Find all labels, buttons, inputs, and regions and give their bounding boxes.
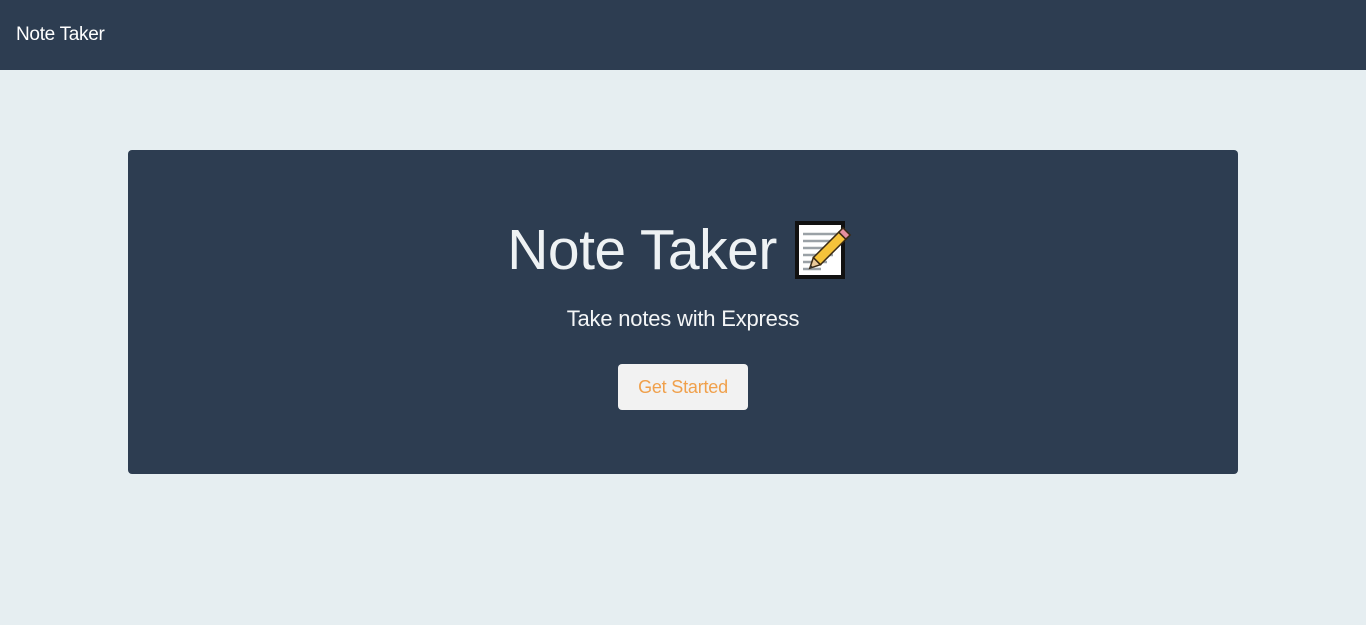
page-title: Note Taker xyxy=(507,218,777,282)
memo-icon xyxy=(793,217,859,283)
hero-subtitle: Take notes with Express xyxy=(566,306,800,331)
hero-title-row: Note Taker xyxy=(0,212,1366,288)
navbar-brand-link[interactable]: Note Taker xyxy=(16,23,105,47)
get-started-button[interactable]: Get Started xyxy=(618,364,748,410)
top-navbar: Note Taker xyxy=(0,0,1366,70)
